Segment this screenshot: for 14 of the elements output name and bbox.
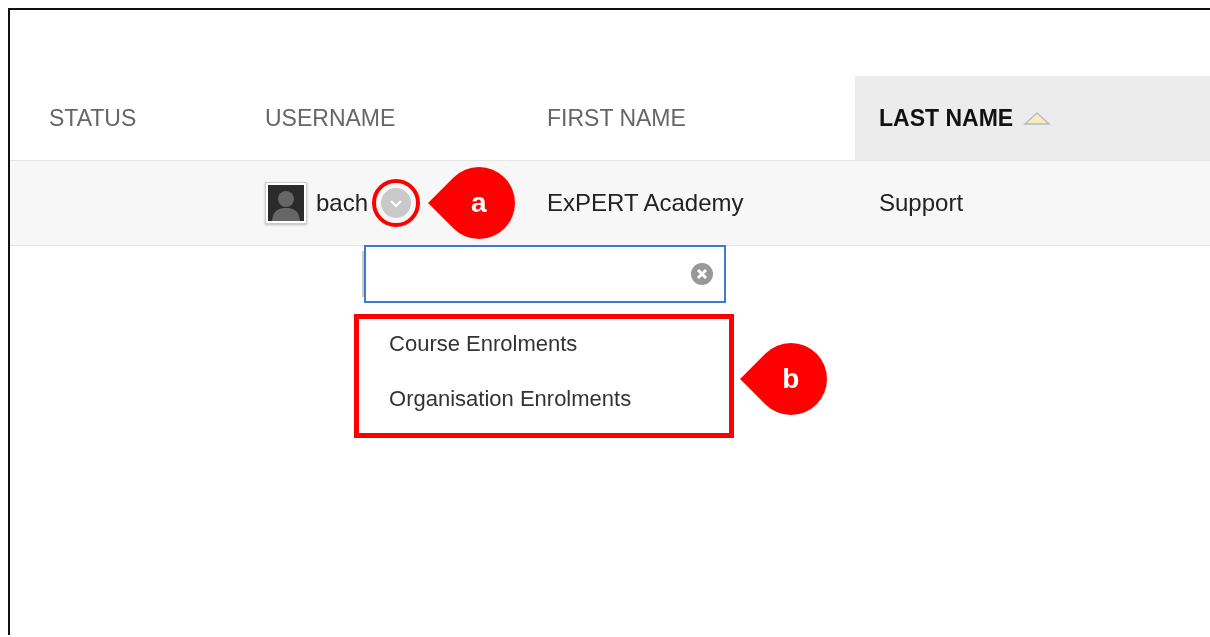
avatar-silhouette-icon [265,182,307,224]
clear-icon[interactable] [690,262,715,286]
column-header[interactable]: LAST NAME [855,76,1210,160]
search-field[interactable] [364,245,727,303]
menu-item[interactable]: Organisation Enrolments [389,382,733,415]
table-cell-text: Support [878,188,965,218]
table-cell-text: ExPERT Academy [546,188,745,218]
menu-item[interactable]: Course Enrolments [389,327,733,360]
sort-triangle-icon [1023,110,1052,126]
column-header[interactable]: STATUS [10,76,241,160]
chevron-menu-button[interactable] [381,188,412,218]
chevron-down-icon [389,198,404,208]
highlight-ring [372,179,421,227]
username-text: bach [316,189,369,217]
